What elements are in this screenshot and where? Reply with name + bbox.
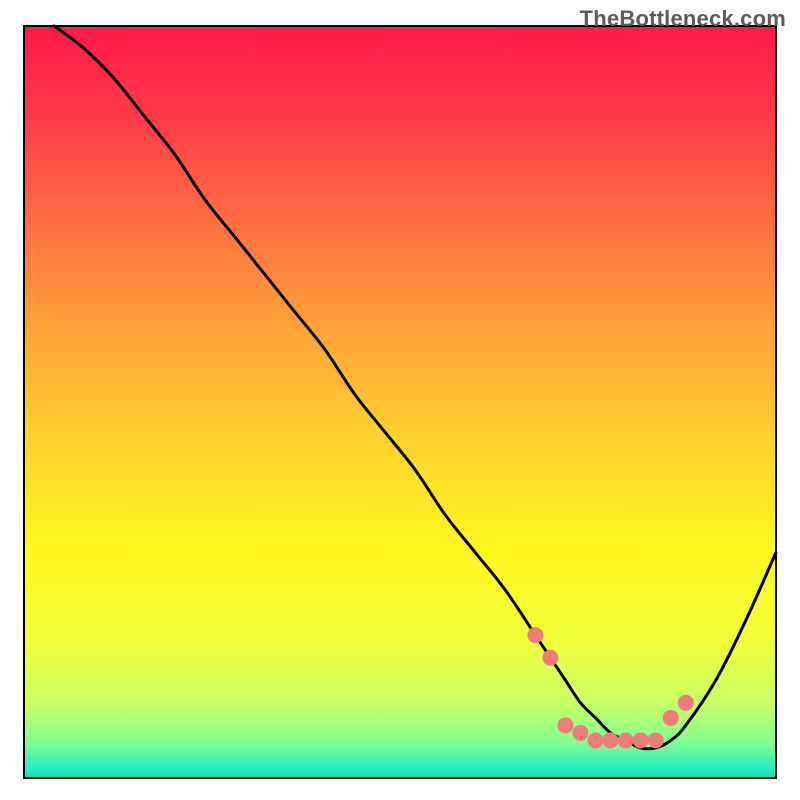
highlight-dot xyxy=(633,732,649,748)
highlight-dot xyxy=(542,650,558,666)
highlight-dot xyxy=(678,695,694,711)
highlight-dot xyxy=(603,732,619,748)
highlight-dot xyxy=(648,732,664,748)
plot-background xyxy=(24,26,776,778)
highlight-dot xyxy=(663,710,679,726)
highlight-dot xyxy=(572,725,588,741)
highlight-dot xyxy=(557,717,573,733)
highlight-dot xyxy=(527,627,543,643)
chart-svg xyxy=(0,0,800,800)
watermark-text: TheBottleneck.com xyxy=(580,6,786,32)
highlight-dot xyxy=(588,732,604,748)
bottleneck-chart: TheBottleneck.com xyxy=(0,0,800,800)
highlight-dot xyxy=(618,732,634,748)
